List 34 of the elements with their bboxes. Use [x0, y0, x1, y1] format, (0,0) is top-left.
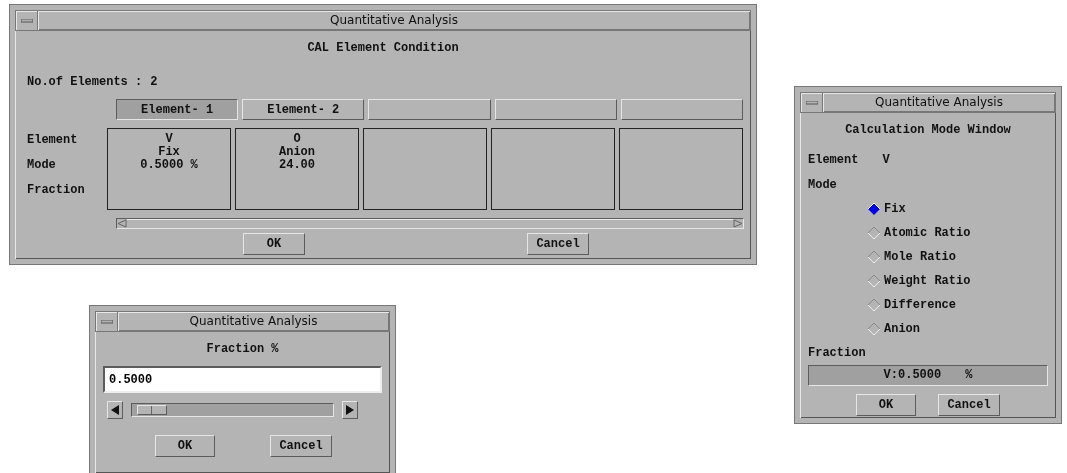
option-label: Mole Ratio — [884, 249, 956, 266]
dialog-button[interactable]: Cancel — [527, 233, 589, 255]
field-label: Mode — [808, 177, 838, 194]
option-label: Anion — [884, 321, 920, 338]
row-label: Mode — [27, 157, 57, 174]
count-label: No.of Elements : — [27, 74, 143, 91]
row-label: Fraction — [27, 182, 86, 199]
dialog-button[interactable]: Cancel — [270, 435, 332, 457]
row-label: Element — [27, 132, 79, 149]
dialog-button[interactable]: Cancel — [938, 394, 1000, 416]
option-label: Fix — [884, 201, 906, 218]
option-label: Atomic Ratio — [884, 225, 971, 242]
element-cell: O Anion 24.00 — [235, 128, 359, 210]
element-count: 2 — [150, 74, 158, 91]
field-label: Fraction — [808, 345, 867, 362]
dialog-button[interactable]: OK — [243, 233, 305, 255]
dialog-heading: Fraction % — [205, 341, 280, 358]
window-title: Quantitative Analysis — [118, 312, 389, 331]
dialog-heading: Calculation Mode Window — [844, 122, 1012, 139]
dialog-button[interactable]: OK — [856, 394, 916, 416]
field-label: Element — [808, 152, 859, 169]
dialog-heading: CAL Element Condition — [306, 40, 460, 57]
window-title: Quantitative Analysis — [823, 93, 1055, 112]
window-title: Quantitative Analysis — [38, 11, 750, 30]
element-tab[interactable]: Element- 1 — [116, 99, 239, 120]
element-value: V — [882, 152, 890, 169]
unit-label: % — [965, 367, 973, 384]
dialog-button[interactable]: OK — [155, 435, 215, 457]
option-label: Difference — [884, 297, 956, 314]
element-cell: V Fix 0.5000 % — [107, 128, 231, 210]
value-input[interactable]: 0.5000 — [103, 366, 382, 393]
element-tab[interactable]: Element- 2 — [242, 99, 365, 120]
fraction-value: V:0.5000 — [883, 367, 942, 384]
option-label: Weight Ratio — [884, 273, 971, 290]
